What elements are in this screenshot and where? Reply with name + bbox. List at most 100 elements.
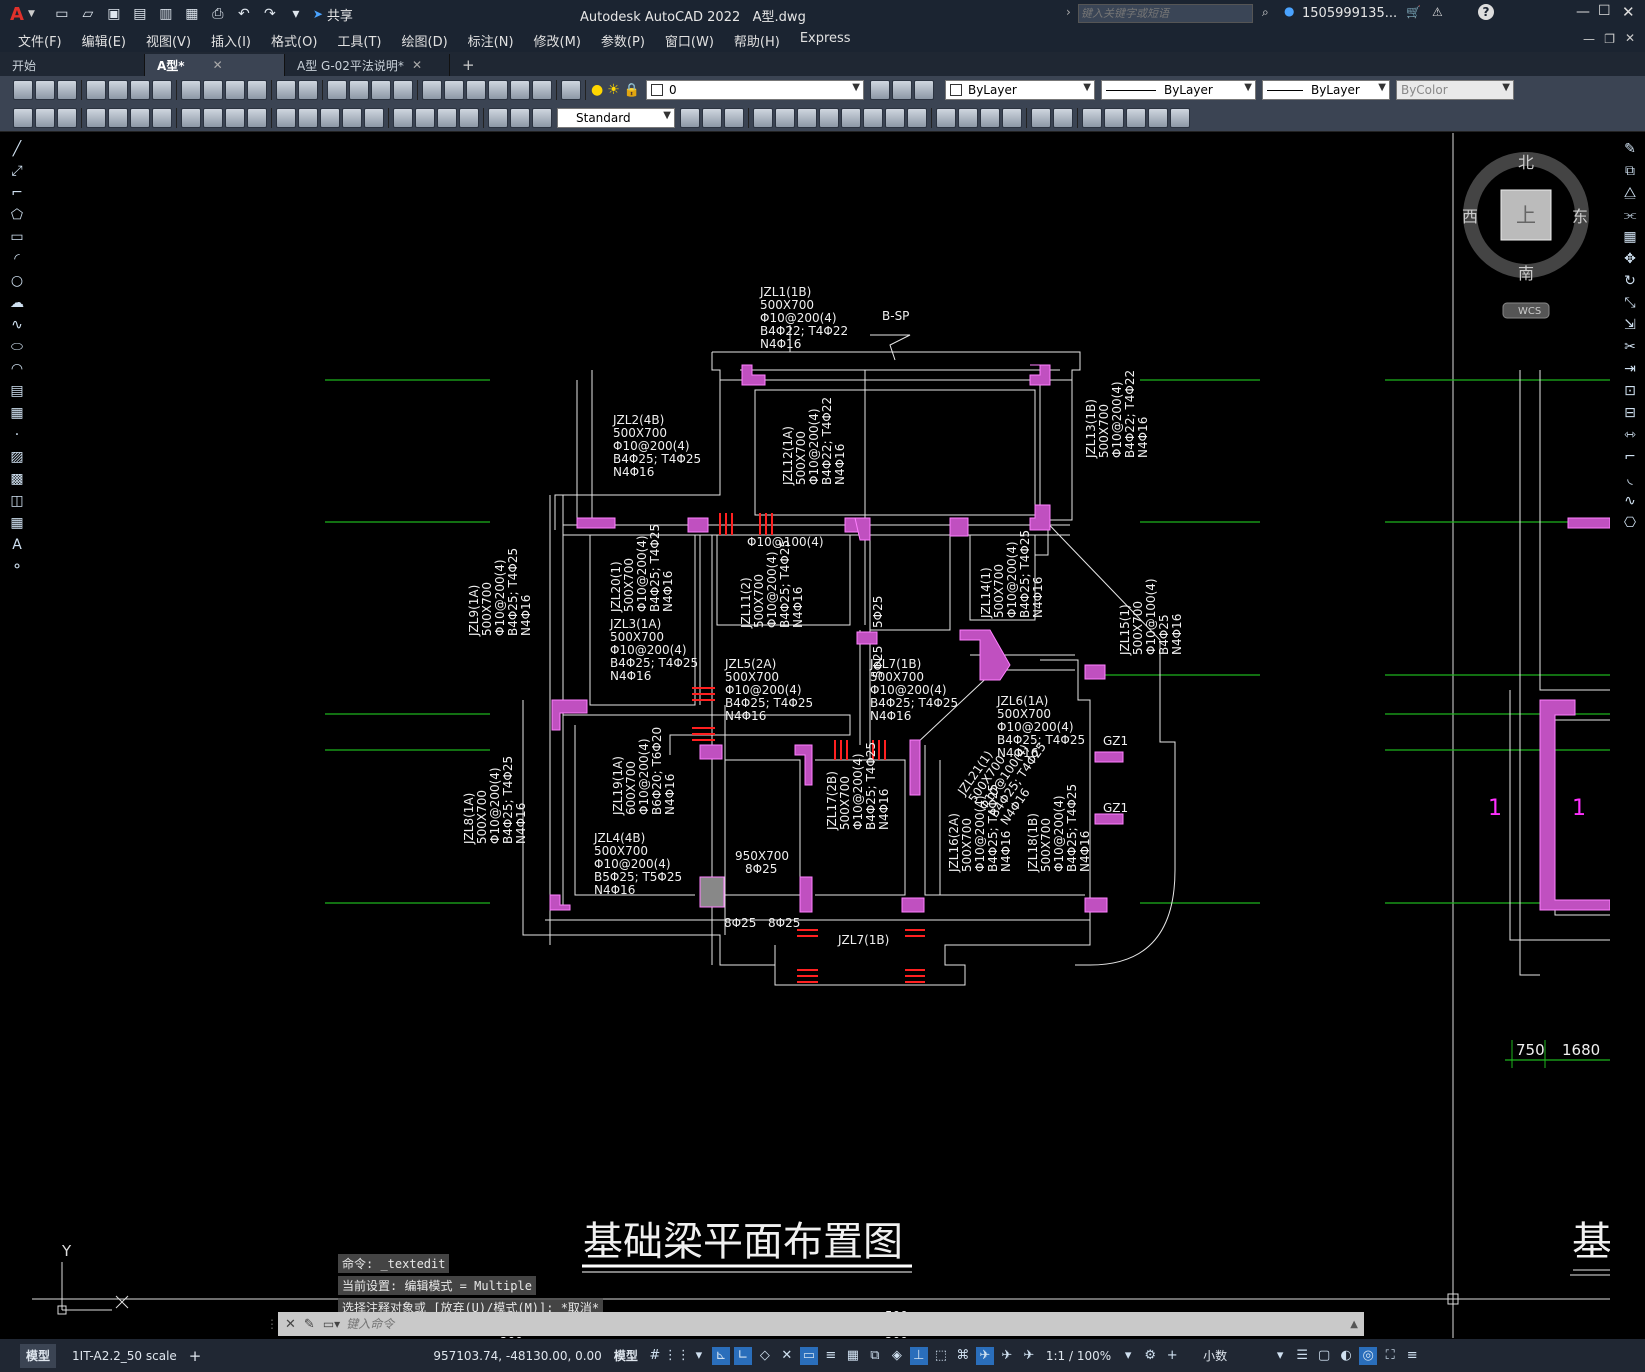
model-space-button[interactable]: 模型 (608, 1347, 644, 1364)
workspace-icon[interactable]: ▢ (1315, 1347, 1333, 1365)
search-input[interactable] (1078, 4, 1253, 23)
app-menu-chevron-icon[interactable]: ▼ (28, 9, 35, 19)
grip-handle-icon[interactable]: ⋮ (266, 1317, 278, 1331)
save-icon[interactable] (57, 80, 77, 100)
wcs-label[interactable]: WCS (1518, 306, 1541, 317)
new-file-icon[interactable]: ▭ (51, 3, 73, 25)
zoom-previous-icon[interactable] (393, 80, 413, 100)
dim-arc-icon[interactable] (130, 107, 150, 128)
chamfer-tool-icon[interactable]: ⌐ (1621, 448, 1639, 466)
properties-icon[interactable] (422, 80, 442, 100)
copy-icon[interactable] (203, 80, 223, 100)
layer-dropdown[interactable]: 0 ▼ (645, 80, 864, 100)
paste-icon[interactable] (225, 80, 245, 100)
region-tool-icon[interactable]: ◫ (8, 492, 26, 510)
make-block-tool-icon[interactable]: ▦ (8, 404, 26, 422)
tab-close-icon[interactable]: ✕ (412, 58, 422, 72)
hardware-accel-icon[interactable]: ◎ (1359, 1346, 1378, 1365)
help-icon[interactable]: ? (1478, 4, 1494, 20)
sun-icon[interactable]: ☀ (607, 82, 620, 98)
gizmo-toggle-icon[interactable]: ⌘ (954, 1347, 972, 1365)
rotate-tool-icon[interactable]: ↻ (1621, 272, 1639, 290)
quick-dim-icon[interactable] (276, 107, 296, 128)
extend-tool-icon[interactable]: ⇥ (1621, 360, 1639, 378)
stretch-tool-icon[interactable]: ⇲ (1621, 316, 1639, 334)
drawing-canvas[interactable]: JZL1(1B)500X700Φ10@200(4)B4Φ22; T4Φ22N4Φ… (32, 133, 1610, 1338)
menu-item[interactable]: 参数(P) (591, 31, 655, 50)
viewcube-north[interactable]: 北 (1518, 153, 1534, 172)
tab-g02[interactable]: A型 G-02平法说明* ✕ (285, 54, 450, 76)
dim-text-edit-icon[interactable] (510, 107, 530, 128)
ortho-toggle-icon[interactable]: ⊾ (711, 1346, 730, 1365)
arc-tool-icon[interactable]: ◜ (8, 250, 26, 268)
ungroup-icon[interactable] (1104, 107, 1124, 128)
properties-icon[interactable]: ☰ (1293, 1347, 1311, 1365)
close-icon[interactable]: ✕ (1622, 3, 1635, 21)
menu-item[interactable]: Express (790, 31, 861, 50)
chevron-down-icon[interactable]: ▼ (663, 110, 671, 121)
blend-icon[interactable] (1053, 107, 1073, 128)
markup-icon[interactable] (510, 80, 530, 100)
share-icon[interactable]: ➤ (313, 7, 323, 21)
lineweight-dropdown[interactable]: ByLayer ▼ (1261, 80, 1390, 100)
add-layout-icon[interactable]: + (183, 1347, 208, 1365)
stretch-icon[interactable] (863, 107, 883, 128)
chevron-down-icon[interactable]: ▼ (852, 82, 860, 93)
dim-break-icon[interactable] (364, 107, 384, 128)
dynamic-ucs-toggle-icon[interactable]: ⊥ (909, 1346, 928, 1365)
command-history-toggle-icon[interactable]: ▲ (1350, 1319, 1358, 1330)
menu-item[interactable]: 插入(I) (201, 31, 261, 50)
dim-diameter-icon[interactable] (225, 107, 245, 128)
maximize-icon[interactable]: ☐ (1598, 3, 1611, 19)
erase-tool-icon[interactable]: ✎ (1621, 140, 1639, 158)
hide-icon[interactable] (1170, 107, 1190, 128)
annotation-visibility-toggle-icon[interactable]: ✈ (975, 1346, 994, 1365)
group-icon[interactable] (1082, 107, 1102, 128)
center-mark-icon[interactable] (415, 107, 435, 128)
save-icon[interactable]: ▣ (103, 3, 125, 25)
move-tool-icon[interactable]: ✥ (1621, 250, 1639, 268)
calculator-icon[interactable] (532, 80, 552, 100)
print-icon[interactable]: ⎙ (207, 3, 229, 25)
undo-icon[interactable] (276, 80, 296, 100)
dim-angular-icon[interactable] (247, 107, 267, 128)
new-icon[interactable] (13, 80, 33, 100)
customize-icon[interactable]: ▾ (285, 3, 307, 25)
make-current-icon[interactable] (13, 107, 33, 128)
preview-icon[interactable] (108, 80, 128, 100)
menu-item[interactable]: 窗口(W) (655, 31, 724, 50)
layout-tab[interactable]: 1IT-A2.2_50 scale (66, 1349, 183, 1363)
array-tool-icon[interactable]: ▦ (1621, 228, 1639, 246)
ellipse-tool-icon[interactable]: ⬭ (8, 338, 26, 356)
polar-toggle-icon[interactable]: ∟ (733, 1346, 752, 1365)
osnap-toggle-icon[interactable]: ▭ (799, 1346, 818, 1365)
doc-minimize-icon[interactable]: — (1583, 32, 1595, 46)
plus-icon[interactable]: + (1163, 1347, 1181, 1365)
chevron-down-icon[interactable]: ▼ (1502, 82, 1510, 93)
dim-linear-icon[interactable] (86, 107, 106, 128)
tolerance-icon[interactable] (393, 107, 413, 128)
design-center-icon[interactable] (444, 80, 464, 100)
break-at-point-tool-icon[interactable]: ⊡ (1621, 382, 1639, 400)
chevron-down-icon[interactable]: ▼ (1378, 82, 1386, 93)
dim-radius-icon[interactable] (181, 107, 201, 128)
lineweight-toggle-icon[interactable]: ≡ (822, 1347, 840, 1365)
user-icon[interactable]: ● (1284, 4, 1294, 18)
infer-toggle-icon[interactable]: ▾ (690, 1347, 708, 1365)
snap-toggle-icon[interactable]: ⋮⋮ (664, 1347, 690, 1365)
save-as-icon[interactable]: ▤ (129, 3, 151, 25)
trim-icon[interactable] (885, 107, 905, 128)
mirror-tool-icon[interactable]: ⧋ (1621, 184, 1639, 202)
spline-tool-icon[interactable]: ∿ (8, 316, 26, 334)
menu-item[interactable]: 文件(F) (8, 31, 72, 50)
viewcube-top-label[interactable]: 上 (1516, 203, 1536, 227)
trim-tool-icon[interactable]: ✂ (1621, 338, 1639, 356)
minimize-icon[interactable]: — (1576, 4, 1590, 20)
coordinates-readout[interactable]: 957103.74, -48130.00, 0.00 (427, 1349, 607, 1363)
sheet-set-icon[interactable] (488, 80, 508, 100)
annotation-scale[interactable]: 1:1 / 100% (1040, 1349, 1117, 1363)
redo-icon[interactable] (298, 80, 318, 100)
jogged-linear-icon[interactable] (459, 107, 479, 128)
osnap-track-toggle-icon[interactable]: ✕ (778, 1347, 796, 1365)
autodesk-app-icon[interactable]: ⚠ (1432, 5, 1443, 19)
